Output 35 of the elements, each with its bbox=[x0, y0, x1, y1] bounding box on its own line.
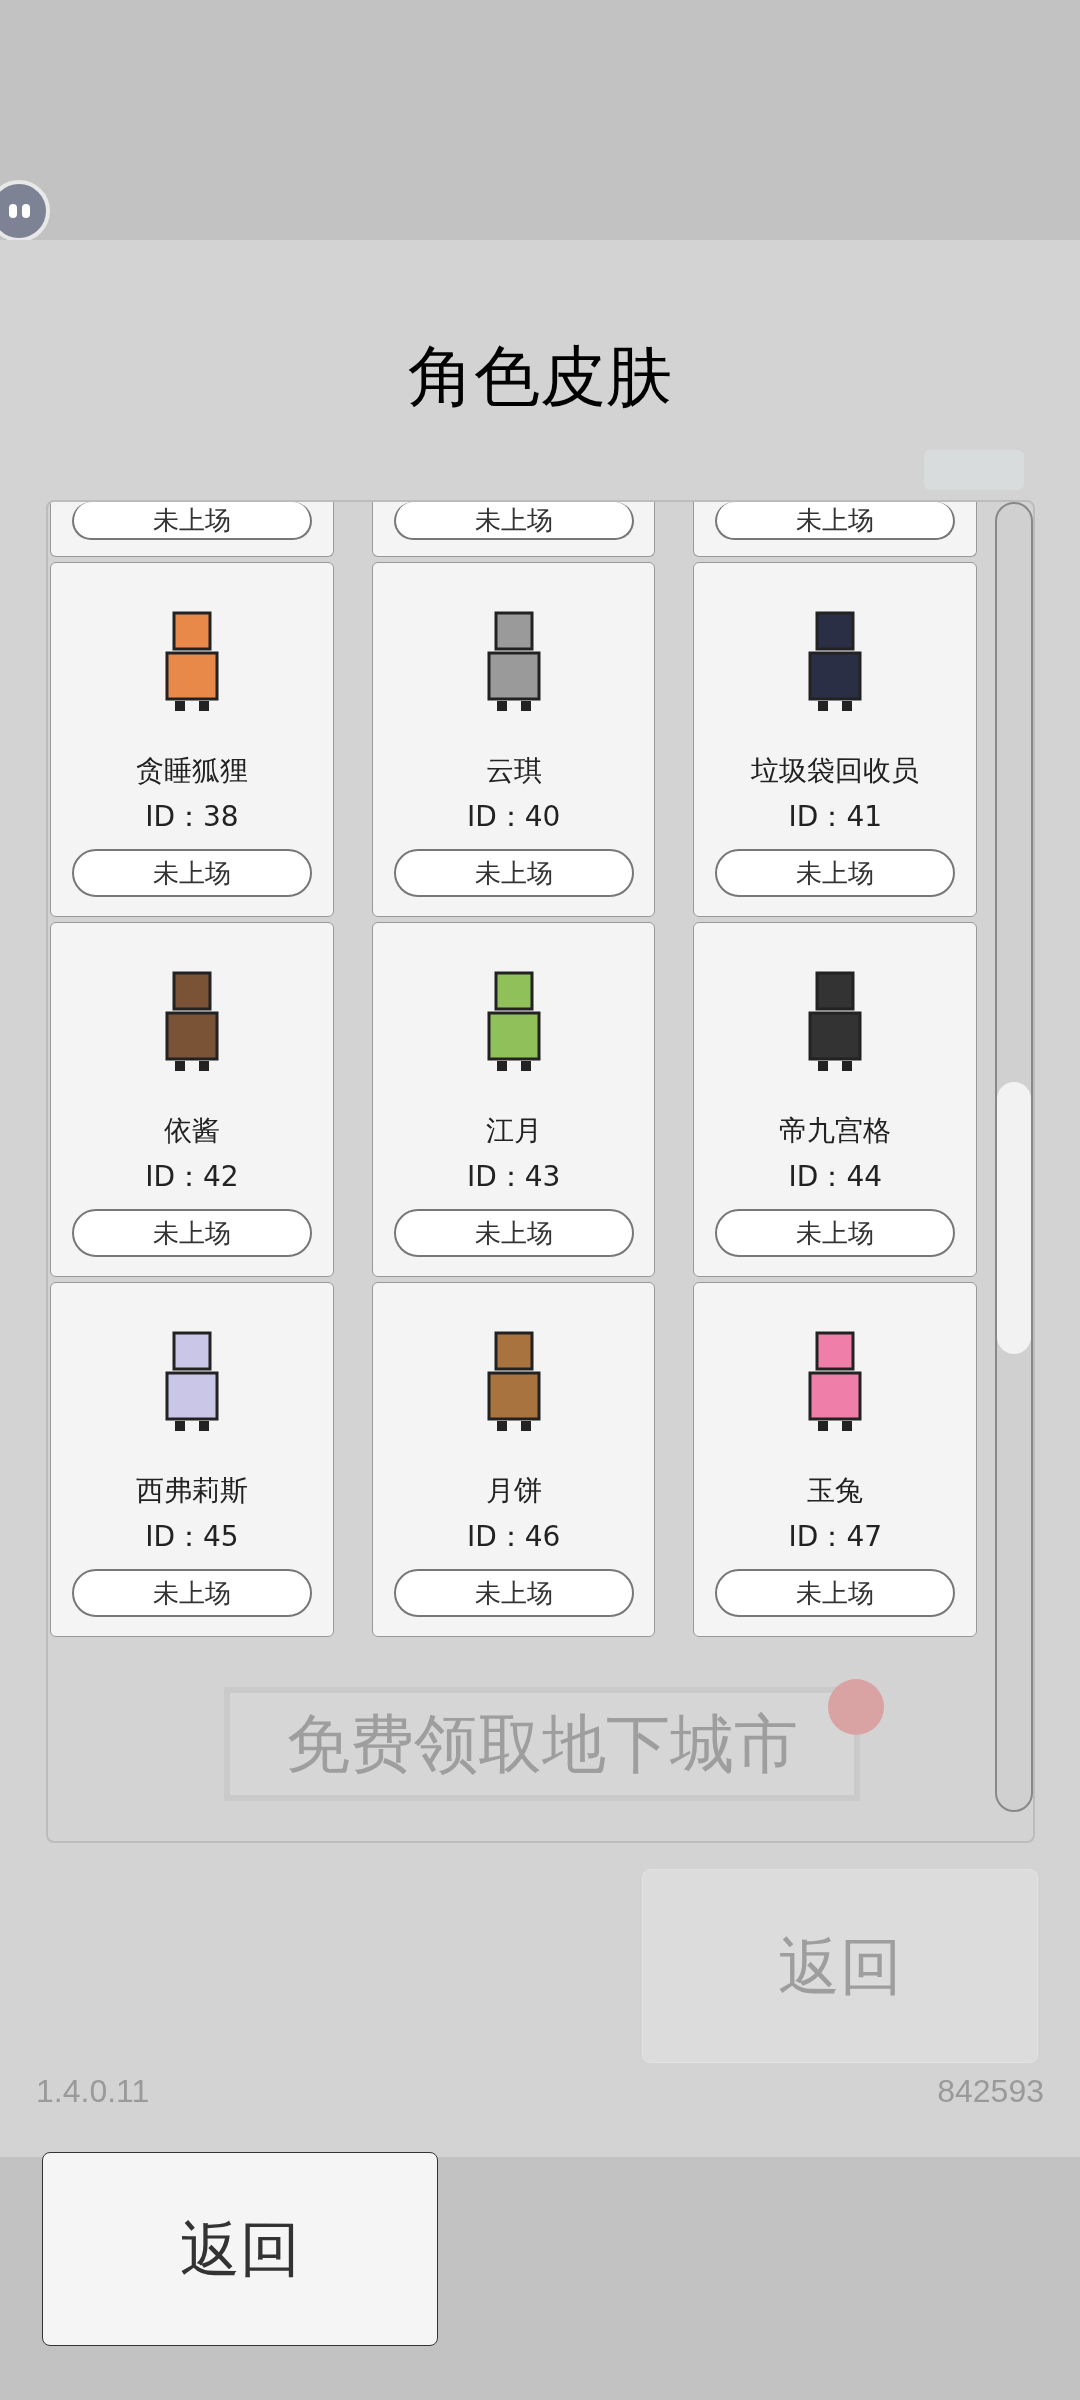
version-text: 1.4.0.11 bbox=[36, 2072, 150, 2111]
status-button[interactable]: 未上场 bbox=[71, 502, 312, 540]
skin-name: 垃圾袋回收员 bbox=[751, 753, 920, 789]
status-button[interactable]: 未上场 bbox=[71, 849, 312, 897]
status-button[interactable]: 未上场 bbox=[71, 1569, 312, 1617]
status-button[interactable]: 未上场 bbox=[71, 1209, 312, 1257]
dialog-title: 角色皮肤 bbox=[407, 337, 673, 417]
skin-id: ID：47 bbox=[788, 1519, 883, 1555]
faint-reward-label: 免费领取地下城市 bbox=[286, 1706, 798, 1783]
skin-id: ID：41 bbox=[788, 799, 883, 835]
back-button[interactable]: 返回 bbox=[42, 2152, 438, 2346]
skin-id: ID：38 bbox=[145, 799, 239, 835]
status-button[interactable]: 未上场 bbox=[715, 1569, 956, 1617]
skin-name: 云琪 bbox=[485, 753, 542, 789]
status-button[interactable]: 未上场 bbox=[715, 849, 956, 897]
status-button[interactable]: 未上场 bbox=[393, 849, 634, 897]
skin-id: ID：46 bbox=[466, 1519, 561, 1555]
skin-name: 月饼 bbox=[485, 1473, 542, 1509]
skin-id: ID：45 bbox=[145, 1519, 239, 1555]
skin-name: 江月 bbox=[485, 1113, 542, 1149]
skin-id: ID：43 bbox=[466, 1159, 561, 1195]
skin-name: 贪睡狐狸 bbox=[135, 753, 248, 789]
skin-name: 玉兔 bbox=[807, 1473, 864, 1509]
skin-name: 依酱 bbox=[163, 1113, 220, 1149]
skin-id: ID：44 bbox=[788, 1159, 883, 1195]
skin-id: ID：42 bbox=[145, 1159, 239, 1195]
skin-name: 帝九宫格 bbox=[779, 1113, 892, 1149]
status-button[interactable]: 未上场 bbox=[715, 502, 956, 540]
skin-id: ID：40 bbox=[466, 799, 561, 835]
status-button[interactable]: 未上场 bbox=[393, 1569, 634, 1617]
code-text: 842593 bbox=[937, 2072, 1044, 2111]
skin-name: 西弗莉斯 bbox=[135, 1473, 248, 1509]
status-button[interactable]: 未上场 bbox=[393, 1209, 634, 1257]
status-button[interactable]: 未上场 bbox=[393, 502, 634, 540]
status-button[interactable]: 未上场 bbox=[715, 1209, 956, 1257]
